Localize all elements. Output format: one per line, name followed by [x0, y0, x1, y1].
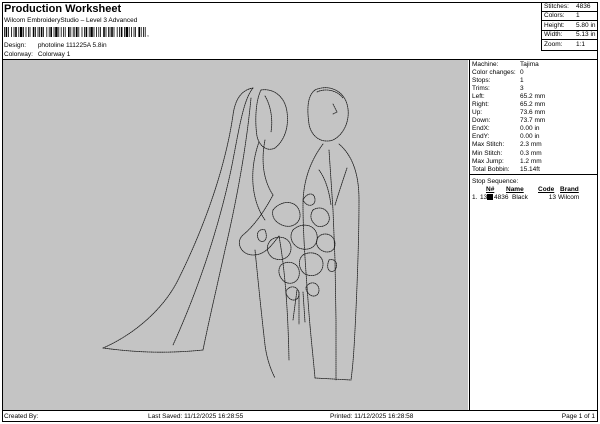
embroidery-design-image [102, 87, 360, 381]
info-row: Machine: Tajima [470, 60, 598, 68]
colorway-value: Colorway 1 [37, 51, 71, 58]
info-label: Up: [472, 109, 483, 117]
info-row: Trims: 3 [470, 84, 598, 92]
info-label: Trims: [472, 84, 490, 92]
barcode-suffix: , [147, 31, 149, 38]
stop-sequence-title: Stop Sequence: [472, 177, 519, 185]
page-title: Production Worksheet [4, 3, 122, 15]
info-row: Min Stitch: 0.3 mm [470, 149, 598, 157]
colorway-label: Colorway: [4, 51, 33, 58]
info-row: EndX: 0.00 in [470, 125, 598, 133]
row-stitches: 4836 [494, 193, 509, 201]
software-subtitle: Wilcom EmbroideryStudio – Level 3 Advanc… [4, 17, 138, 24]
machine-info-panel: Machine: Tajima Color changes: 0 Stops: 1 T… [469, 60, 598, 410]
info-label: Right: [472, 101, 489, 109]
created-by: Created By: [4, 413, 39, 420]
info-value: 65.2 mm [520, 101, 546, 109]
info-value: 0.00 in [520, 125, 540, 133]
color-swatch [487, 194, 493, 201]
stats-box: Stitches: 4836 Colors: 1 Height: 5.80 in Wi… [541, 2, 598, 51]
info-label: EndX: [472, 125, 490, 133]
row-name: Black [512, 193, 528, 201]
info-value: 0 [520, 68, 524, 76]
stat-row: Width: 5.13 in [542, 31, 598, 40]
info-label: Machine: [472, 60, 499, 68]
row-n: 13 [480, 193, 488, 201]
stop-sequence-row: 1. 13 4836 Black 13 Wilcom [470, 193, 598, 201]
stat-label: Width: [544, 31, 563, 39]
stat-label: Colors: [544, 12, 565, 20]
design-value: photoline 111225A 5.8in [37, 42, 107, 49]
design-label: Design: [4, 42, 27, 49]
info-row: EndY: 0.00 in [470, 133, 598, 141]
info-row: Up: 73.6 mm [470, 109, 598, 117]
barcode-image [4, 27, 146, 37]
stat-value: 5.80 in [576, 21, 596, 29]
stat-value: 1 [576, 12, 580, 20]
row-code: 13 [548, 193, 556, 201]
design-preview [3, 60, 468, 410]
info-row: Total Bobbin: 15.14ft [470, 165, 598, 173]
info-value: 1 [520, 76, 524, 84]
info-value: 1.2 mm [520, 157, 542, 165]
info-label: EndY: [472, 133, 490, 141]
info-row: Stops: 1 [470, 76, 598, 84]
stat-label: Zoom: [544, 41, 563, 49]
info-label: Max Stitch: [472, 141, 505, 149]
info-label: Down: [472, 117, 491, 125]
info-value: 15.14ft [520, 165, 540, 173]
page-number: Page 1 of 1 [561, 413, 595, 420]
info-label: Stops: [472, 76, 491, 84]
info-value: 3 [520, 84, 524, 92]
stat-value: 5.13 in [576, 31, 596, 39]
info-value: 73.6 mm [520, 109, 546, 117]
design-row: Design: photoline 111225A 5.8in [4, 42, 107, 49]
info-row: Left: 65.2 mm [470, 92, 598, 100]
info-divider [470, 174, 598, 176]
stat-value: 1:1 [576, 41, 586, 49]
footer: Created By: Last Saved: 11/12/2025 16:28… [2, 410, 598, 422]
info-row: Color changes: 0 [470, 68, 598, 76]
info-value: 73.7 mm [520, 117, 546, 125]
stat-value: 4836 [576, 2, 591, 10]
col-n: N# [486, 185, 495, 193]
info-row: Right: 65.2 mm [470, 100, 598, 108]
last-saved: Last Saved: 11/12/2025 16:28:55 [148, 413, 244, 420]
info-label: Max Jump: [472, 157, 504, 165]
col-name: Name [506, 185, 524, 193]
info-value: 65.2 mm [520, 92, 546, 100]
printed-date: Printed: 11/12/2025 16:28:58 [330, 413, 414, 420]
info-value: 0.00 in [520, 133, 540, 141]
info-value: Tajima [520, 60, 539, 68]
info-row: Max Stitch: 2.3 mm [470, 141, 598, 149]
info-label: Color changes: [472, 68, 516, 76]
info-label: Total Bobbin: [472, 165, 510, 173]
info-label: Left: [472, 92, 485, 100]
info-value: 0.3 mm [520, 149, 542, 157]
stat-row: Stitches: 4836 [542, 2, 598, 12]
stat-row: Zoom: 1:1 [542, 40, 598, 50]
row-brand: Wilcom [558, 193, 580, 201]
info-label: Min Stitch: [472, 149, 503, 157]
stat-label: Height: [544, 21, 565, 29]
stat-row: Colors: 1 [542, 12, 598, 21]
stat-label: Stitches: [544, 2, 569, 10]
stat-row: Height: 5.80 in [542, 21, 598, 31]
col-code: Code [538, 185, 555, 193]
info-row: Down: 73.7 mm [470, 117, 598, 125]
stop-sequence-header: N# Name Code Brand [470, 185, 598, 193]
info-value: 2.3 mm [520, 141, 542, 149]
info-row: Max Jump: 1.2 mm [470, 157, 598, 165]
col-brand: Brand [560, 185, 579, 193]
colorway-row: Colorway: Colorway 1 [4, 51, 70, 58]
